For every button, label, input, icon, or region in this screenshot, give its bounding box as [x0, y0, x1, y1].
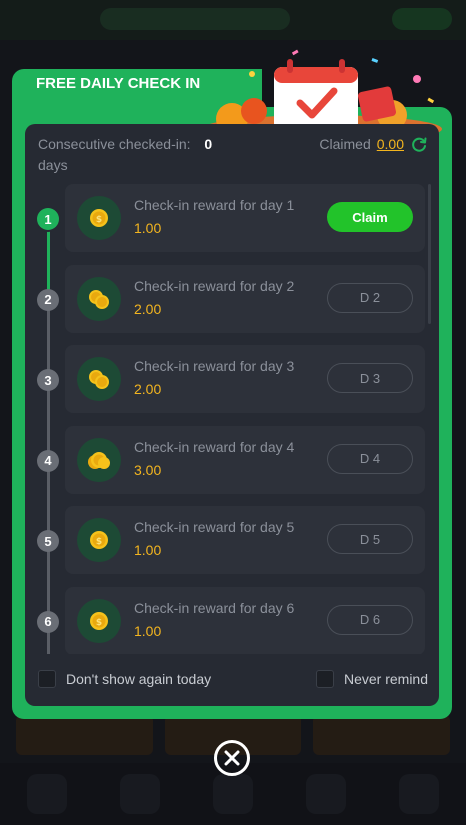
svg-text:$: $ — [96, 215, 102, 225]
close-modal-button[interactable] — [214, 740, 250, 776]
step-indicator: 2 — [37, 288, 59, 311]
svg-text:$: $ — [96, 537, 102, 547]
reward-card: Check-in reward for day 2 2.00 D 2 — [65, 264, 425, 333]
reward-amount: 1.00 — [134, 622, 162, 639]
reward-row: 2 Check-in reward for day 2 2.00 D 2 — [25, 264, 439, 333]
coin-stack-icon — [77, 437, 121, 482]
reward-row: 3 Check-in reward for day 3 2.00 D 3 — [25, 345, 439, 413]
step-indicator: 5 — [37, 530, 59, 552]
reward-card: Check-in reward for day 3 2.00 D 3 — [65, 345, 425, 413]
modal-title: FREE DAILY CHECK IN — [36, 75, 201, 92]
reward-label: Check-in reward for day 3 — [134, 358, 295, 374]
claim-button[interactable]: Claim — [327, 202, 413, 232]
day-button[interactable]: D 6 — [327, 604, 413, 635]
single-coin-icon: $ — [77, 196, 121, 240]
daily-checkin-modal: FREE DAILY CHECK IN Consecutive checked-… — [12, 49, 452, 719]
step-indicator: 1 — [37, 208, 59, 230]
step-indicator: 3 — [37, 369, 59, 391]
list-scrollbar[interactable] — [428, 184, 431, 324]
never-remind-checkbox[interactable]: Never remind — [315, 670, 428, 688]
step-indicator: 6 — [37, 610, 59, 633]
reward-label: Check-in reward for day 2 — [134, 277, 295, 294]
reward-label: Check-in reward for day 6 — [134, 599, 295, 616]
day-button[interactable]: D 5 — [327, 524, 413, 554]
close-icon — [224, 750, 240, 766]
reward-amount: 1.00 — [134, 220, 162, 236]
day-button[interactable]: D 2 — [327, 282, 413, 313]
reward-label: Check-in reward for day 5 — [134, 519, 295, 535]
checkin-panel: Consecutive checked-in: 0 days Claimed 0… — [25, 124, 439, 706]
refresh-icon[interactable] — [410, 136, 428, 154]
two-coins-icon — [77, 276, 121, 321]
reward-card: $ Check-in reward for day 5 1.00 D 5 — [65, 506, 425, 574]
reward-amount: 2.00 — [134, 300, 162, 317]
claimed-label: Claimed — [319, 136, 371, 152]
reward-list[interactable]: 1 $ Check-in reward for day 1 1.00 Claim 2 Che… — [25, 184, 439, 654]
streak-label: Consecutive checked-in: — [38, 136, 191, 152]
day-button[interactable]: D 3 — [327, 363, 413, 393]
reward-card: $ Check-in reward for day 6 1.00 D 6 — [65, 586, 425, 654]
two-coins-icon — [77, 357, 121, 401]
reward-label: Check-in reward for day 4 — [134, 438, 295, 455]
streak-value: 0 — [204, 136, 213, 152]
checkbox-box[interactable] — [315, 670, 334, 688]
checkin-stats: Consecutive checked-in: 0 days Claimed 0… — [38, 134, 428, 174]
single-coin-icon: $ — [77, 518, 121, 562]
checkbox-box[interactable] — [38, 670, 56, 688]
never-remind-label: Never remind — [343, 671, 428, 687]
reward-amount: 1.00 — [134, 542, 162, 558]
reward-card: $ Check-in reward for day 1 1.00 Claim — [65, 184, 425, 252]
reward-row: 4 Check-in reward for day 4 3.00 D 4 — [25, 425, 439, 494]
reward-row: 6 $ Check-in reward for day 6 1.00 D 6 — [25, 586, 439, 654]
reward-amount: 3.00 — [134, 461, 162, 478]
claimed-value: 0.00 — [376, 136, 404, 152]
svg-text:$: $ — [96, 618, 102, 628]
reward-label: Check-in reward for day 1 — [134, 197, 295, 213]
reward-row: 5 $ Check-in reward for day 5 1.00 D 5 — [25, 506, 439, 574]
single-coin-icon: $ — [77, 598, 121, 643]
claimed-info: Claimed 0.00 — [319, 134, 428, 155]
reward-amount: 2.00 — [134, 381, 162, 397]
day-button[interactable]: D 4 — [327, 443, 413, 474]
streak-info: Consecutive checked-in: 0 days — [38, 134, 238, 176]
dont-show-today-label: Don't show again today — [66, 671, 212, 687]
streak-unit: days — [38, 157, 68, 173]
step-indicator: 4 — [37, 449, 59, 472]
modal-footer: Don't show again today Never remind — [38, 670, 428, 692]
reward-card: Check-in reward for day 4 3.00 D 4 — [65, 425, 425, 494]
reward-row: 1 $ Check-in reward for day 1 1.00 Claim — [25, 184, 439, 252]
dont-show-today-checkbox[interactable]: Don't show again today — [38, 670, 211, 688]
